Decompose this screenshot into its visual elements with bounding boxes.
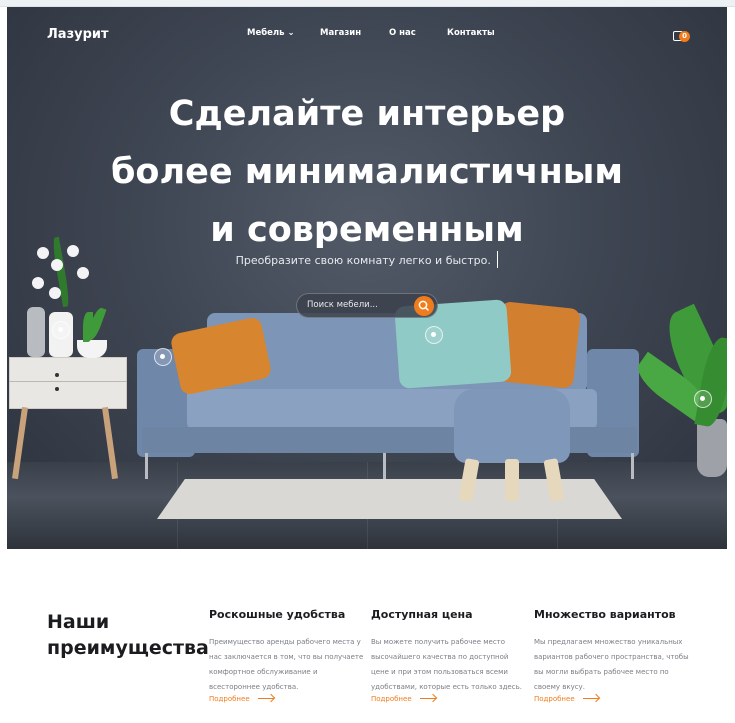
headline-line: Сделайте интерьер [168,94,566,134]
search-icon [418,300,429,311]
product-hotspot[interactable] [52,321,70,339]
flower-petal [67,245,79,257]
advantage-title: Доступная цена [371,608,473,621]
flower-petal [37,247,49,259]
more-link[interactable]: Подробнее [371,695,436,703]
more-link-label: Подробнее [371,695,412,703]
sofa-leg [145,453,148,479]
text-cursor [496,251,499,268]
product-hotspot[interactable] [154,348,172,366]
advantages-title-line: Наши [47,611,110,633]
ottoman [454,389,570,463]
more-link[interactable]: Подробнее [209,695,274,703]
search-button[interactable] [414,296,434,316]
vase [27,307,45,357]
arrow-right-icon [257,698,274,699]
advantage-title: Множество вариантов [534,608,676,621]
ottoman-leg [505,459,519,501]
drawer-knob [55,373,59,377]
advantage-text: Мы предлагаем множество уникальных вариа… [534,638,689,691]
hero-section: Лазурит Мебель ⌄ Магазин О нас Контакты … [7,7,727,549]
drawer-knob [55,387,59,391]
drawer-divider [9,381,127,382]
cart-count-badge: 0 [679,31,690,42]
browser-top-strip [0,0,735,7]
brand-logo[interactable]: Лазурит [47,27,109,42]
sofa-leg [383,453,386,479]
advantage-text: Преимущество аренды рабочего места у нас… [209,638,364,691]
advantage-text: Вы можете получить рабочее место высочай… [371,638,522,691]
cart-button[interactable]: 0 [671,27,690,43]
advantages-title: Наши преимущества [47,609,209,661]
hero-headline: Сделайте интерьер более минималистичным … [67,85,667,259]
product-hotspot[interactable] [694,390,712,408]
more-link-label: Подробнее [534,695,575,703]
flower-petal [51,259,63,271]
flower-petal [32,277,44,289]
advantage-card: Множество вариантов Мы предлагаем множес… [534,608,689,703]
nav-item-contacts[interactable]: Контакты [447,28,495,38]
more-link[interactable]: Подробнее [534,695,599,703]
headline-line: более минималистичным [110,152,624,192]
search-bar[interactable]: Поиск мебели... [296,293,438,318]
nav-item-furniture[interactable]: Мебель ⌄ [247,28,295,38]
search-input[interactable]: Поиск мебели... [307,300,378,310]
sofa-leg [631,453,634,479]
planter [77,340,107,358]
nav-item-about[interactable]: О нас [389,28,416,38]
hero-subtitle: Преобразите свою комнату легко и быстро. [7,251,727,268]
side-table [9,357,127,409]
planter [697,419,727,477]
arrow-right-icon [419,698,436,699]
advantage-title: Роскошные удобства [209,608,346,621]
advantages-title-line: преимущества [47,637,209,659]
advantage-card: Доступная цена Вы можете получить рабоче… [371,608,526,703]
more-link-label: Подробнее [209,695,250,703]
nav-item-shop[interactable]: Магазин [320,28,361,38]
product-hotspot[interactable] [425,326,443,344]
arrow-right-icon [582,698,599,699]
flower-petal [49,287,61,299]
flower-petal [77,267,89,279]
advantage-card: Роскошные удобства Преимущество аренды р… [209,608,364,703]
hero-subtitle-text: Преобразите свою комнату легко и быстро. [235,254,491,267]
